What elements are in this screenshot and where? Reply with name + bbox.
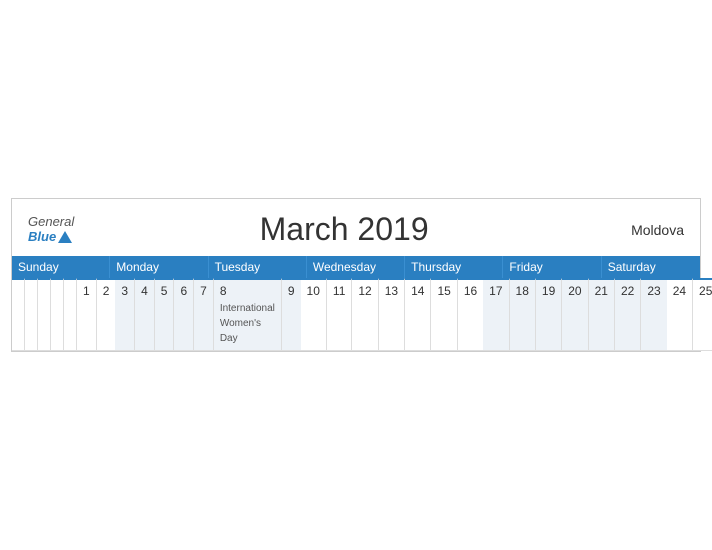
country-label: Moldova <box>614 222 684 238</box>
header-monday: Monday <box>110 256 208 278</box>
header-saturday: Saturday <box>602 256 700 278</box>
day-number: 7 <box>200 284 207 298</box>
day-number: 15 <box>437 284 450 298</box>
day-cell-w4-d2: 18 <box>510 278 536 350</box>
day-number: 21 <box>595 284 608 298</box>
day-number: 3 <box>121 284 128 298</box>
day-cell-w1-d4 <box>51 278 64 350</box>
day-cell-w3-d4: 13 <box>379 278 405 350</box>
day-cell-w2-d7: 9 <box>282 278 301 350</box>
day-number: 24 <box>673 284 686 298</box>
calendar: General Blue March 2019 Moldova Sunday M… <box>11 198 701 352</box>
day-cell-w5-d2: 25 <box>693 278 712 350</box>
holiday-label: International Women's Day <box>220 303 275 344</box>
day-number: 12 <box>358 284 371 298</box>
day-cell-w2-d2: 4 <box>135 278 155 350</box>
logo: General Blue <box>28 215 74 244</box>
day-number: 5 <box>161 284 168 298</box>
day-cell-w1-d5 <box>64 278 77 350</box>
day-cell-w3-d3: 12 <box>352 278 378 350</box>
day-cell-w1-d6: 1 <box>77 278 97 350</box>
day-number: 1 <box>83 284 90 298</box>
day-number: 8 <box>220 284 275 298</box>
day-cell-w4-d4: 20 <box>562 278 588 350</box>
day-number: 10 <box>307 284 320 298</box>
header-friday: Friday <box>503 256 601 278</box>
week-row-2: 345678 International Women's Day 9 <box>115 278 300 351</box>
day-cell-w5-d1: 24 <box>667 278 693 350</box>
week-row-4: 17 18 19 20 21 22 23 <box>483 278 667 351</box>
header-thursday: Thursday <box>405 256 503 278</box>
day-cell-w3-d1: 10 <box>301 278 327 350</box>
day-number: 6 <box>180 284 187 298</box>
logo-blue-text: Blue <box>28 230 56 244</box>
day-cell-w1-d7: 2 <box>97 278 116 350</box>
day-cell-w3-d6: 15 <box>431 278 457 350</box>
day-cell-w2-d1: 3 <box>115 278 135 350</box>
day-number: 2 <box>103 284 110 298</box>
day-number: 9 <box>288 284 295 298</box>
day-number: 19 <box>542 284 555 298</box>
day-number: 14 <box>411 284 424 298</box>
day-cell-w3-d5: 14 <box>405 278 431 350</box>
day-cell-w3-d2: 11 <box>327 278 352 350</box>
day-number: 20 <box>568 284 581 298</box>
day-number: 11 <box>333 284 345 298</box>
day-cell-w4-d7: 23 <box>641 278 666 350</box>
header-wednesday: Wednesday <box>307 256 405 278</box>
day-cell-w2-d6: 8 International Women's Day <box>214 278 282 350</box>
day-number: 16 <box>464 284 477 298</box>
header-sunday: Sunday <box>12 256 110 278</box>
day-cell-w2-d4: 6 <box>174 278 194 350</box>
day-number: 17 <box>489 284 502 298</box>
day-cell-w1-d2 <box>25 278 38 350</box>
day-number: 18 <box>516 284 529 298</box>
day-headers-row: Sunday Monday Tuesday Wednesday Thursday… <box>12 256 700 278</box>
day-number: 22 <box>621 284 634 298</box>
day-cell-w4-d6: 22 <box>615 278 641 350</box>
day-number: 13 <box>385 284 398 298</box>
day-cell-w2-d3: 5 <box>155 278 175 350</box>
calendar-grid: 12345678International Women's Day9101112… <box>12 278 700 351</box>
day-cell-w3-d7: 16 <box>458 278 483 350</box>
day-cell-w1-d3 <box>38 278 51 350</box>
logo-general-text: General <box>28 215 74 229</box>
day-cell-w4-d3: 19 <box>536 278 562 350</box>
logo-triangle-icon <box>58 231 72 243</box>
day-number: 4 <box>141 284 148 298</box>
day-cell-w2-d5: 7 <box>194 278 214 350</box>
day-number: 25 <box>699 284 712 298</box>
month-title: March 2019 <box>74 211 614 248</box>
week-row-1: 12 <box>12 278 115 351</box>
header-tuesday: Tuesday <box>209 256 307 278</box>
day-cell-w1-d1 <box>12 278 25 350</box>
calendar-header: General Blue March 2019 Moldova <box>12 199 700 256</box>
week-row-3: 10 11 12 13 14 15 16 <box>301 278 484 351</box>
week-row-5: 24252627282930 <box>667 278 712 351</box>
day-cell-w4-d1: 17 <box>483 278 509 350</box>
day-cell-w4-d5: 21 <box>589 278 615 350</box>
day-number: 23 <box>647 284 660 298</box>
